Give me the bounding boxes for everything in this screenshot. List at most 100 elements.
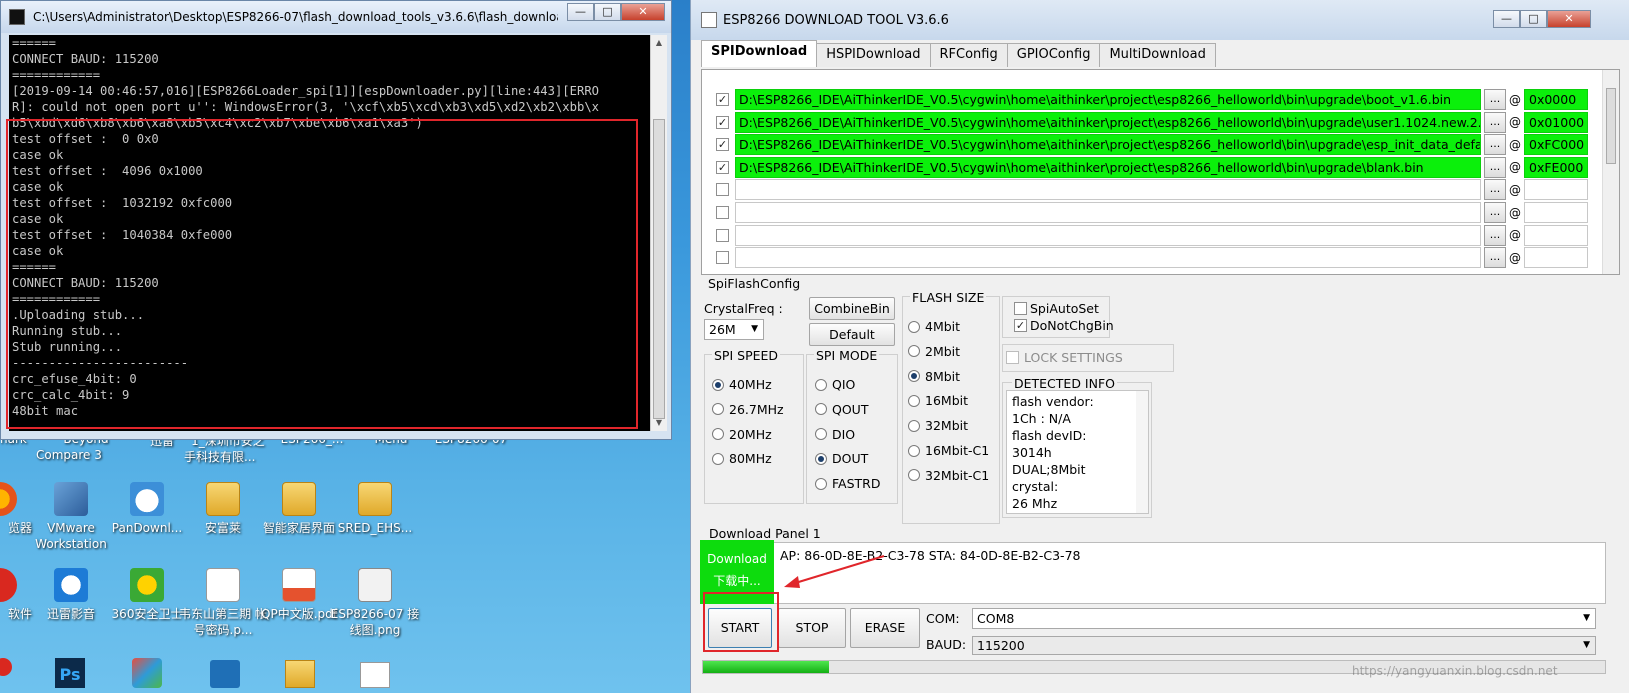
spi-speeds-radio[interactable]: 26.7MHz: [712, 402, 784, 417]
browse-button[interactable]: ...: [1484, 179, 1506, 201]
scroll-down-icon[interactable]: ▼: [651, 415, 667, 431]
desktop-icon-sred[interactable]: SRED_EHS...: [330, 482, 420, 536]
photoshop-icon[interactable]: Ps: [55, 658, 85, 688]
flash-address-input[interactable]: [1524, 179, 1588, 201]
console-scrollbar[interactable]: ▲ ▼: [650, 35, 667, 431]
spi-auto-set-checkbox[interactable]: SpiAutoSet: [1014, 301, 1099, 316]
checkmark-icon[interactable]: ✓: [716, 138, 729, 152]
baud-rate-select[interactable]: 115200 ▼: [972, 636, 1596, 655]
console-output[interactable]: ====== CONNECT BAUD: 115200 ============ [2…: [9, 35, 651, 431]
lock-settings-checkbox[interactable]: LOCK SETTINGS: [1006, 350, 1123, 365]
flash-sizes-radio[interactable]: 8Mbit: [908, 369, 960, 384]
scroll-up-icon[interactable]: ▲: [651, 35, 667, 51]
app-icon[interactable]: [210, 660, 240, 688]
erase-button[interactable]: ERASE: [850, 608, 920, 648]
tab-rfconfig[interactable]: RFConfig: [929, 43, 1008, 67]
flash-address-input[interactable]: [1524, 247, 1588, 269]
tool-titlebar[interactable]: ESP8266 DOWNLOAD TOOL V3.6.6 — □ ✕: [691, 0, 1629, 40]
file-path-input[interactable]: D:\ESP8266_IDE\AiThinkerIDE_V0.5\cygwin\…: [735, 111, 1481, 133]
tab-gpioconfig[interactable]: GPIOConfig: [1006, 43, 1101, 67]
checkbox-icon[interactable]: [716, 183, 729, 197]
browse-button[interactable]: ...: [1484, 224, 1506, 246]
crystal-freq-select[interactable]: 26M ▼: [704, 319, 764, 340]
browse-button[interactable]: ...: [1484, 202, 1506, 223]
scrollbar-thumb[interactable]: [653, 119, 665, 419]
spi-speeds-radio[interactable]: 40MHz: [712, 377, 772, 392]
radio-label: DOUT: [832, 451, 869, 467]
do-not-chg-bin-checkbox[interactable]: ✓ DoNotChgBin: [1014, 318, 1114, 333]
text-doc-icon[interactable]: [360, 662, 390, 688]
spi-speeds-radio[interactable]: 20MHz: [712, 427, 772, 442]
browse-button[interactable]: ...: [1484, 111, 1506, 133]
spi-modes-radio[interactable]: QOUT: [815, 402, 868, 417]
tab-spidownload[interactable]: SPIDownload: [701, 40, 818, 67]
console-line: test offset : 4096 0x1000: [12, 164, 203, 178]
browse-button[interactable]: ...: [1484, 134, 1506, 156]
radio-icon: [712, 403, 724, 416]
app-icon[interactable]: [132, 658, 162, 688]
file-list-panel: ✓ D:\ESP8266_IDE\AiThinkerIDE_V0.5\cygwin…: [701, 69, 1620, 275]
spi-modes-radio[interactable]: FASTRD: [815, 476, 880, 491]
file-path-input[interactable]: [735, 202, 1481, 223]
checkmark-icon[interactable]: ✓: [716, 93, 729, 106]
flash-sizes-radio[interactable]: 32Mbit-C1: [908, 468, 989, 483]
checkbox-icon[interactable]: [716, 228, 729, 242]
spi-speeds-radio[interactable]: 80MHz: [712, 451, 772, 466]
console-line: case ok: [12, 212, 64, 226]
browse-button[interactable]: ...: [1484, 156, 1506, 178]
default-button[interactable]: Default: [809, 323, 895, 346]
flash-address-input[interactable]: 0x01000: [1524, 111, 1588, 133]
flash-address-input[interactable]: 0x0000: [1524, 89, 1588, 110]
detected-info-text[interactable]: flash vendor: 1Ch : N/A flash devID: 3014h D…: [1006, 390, 1149, 514]
flash-address-input[interactable]: 0xFC000: [1524, 134, 1588, 156]
radio-label: 8Mbit: [925, 368, 961, 384]
folder-icon[interactable]: [285, 660, 315, 688]
checkmark-icon[interactable]: ✓: [716, 115, 729, 129]
file-path-input[interactable]: [735, 247, 1481, 269]
checkbox-icon[interactable]: [716, 206, 729, 219]
checkbox-icon[interactable]: [716, 251, 729, 265]
minimize-button[interactable]: —: [1493, 10, 1520, 28]
flash-sizes-radio[interactable]: 2Mbit: [908, 344, 960, 359]
file-path-input[interactable]: D:\ESP8266_IDE\AiThinkerIDE_V0.5\cygwin\…: [735, 134, 1481, 156]
file-path-input[interactable]: [735, 179, 1481, 201]
checkmark-icon[interactable]: ✓: [716, 160, 729, 174]
file-list-scrollbar[interactable]: [1602, 70, 1619, 274]
file-path-input[interactable]: [735, 224, 1481, 246]
flash-sizes-radio[interactable]: 16Mbit-C1: [908, 443, 989, 458]
tab-hspidownload[interactable]: HSPIDownload: [816, 43, 931, 67]
close-button[interactable]: ✕: [1547, 10, 1591, 28]
spi-modes-radio[interactable]: QIO: [815, 377, 855, 392]
file-row: ✓ D:\ESP8266_IDE\AiThinkerIDE_V0.5\cygwin…: [716, 156, 1588, 178]
minimize-button[interactable]: —: [567, 3, 594, 21]
flash-address-input[interactable]: [1524, 202, 1588, 223]
scrollbar-thumb[interactable]: [1606, 88, 1616, 164]
console-window[interactable]: C:\Users\Administrator\Desktop\ESP8266-0…: [0, 0, 672, 440]
file-row: ... @: [716, 179, 1588, 201]
flash-address-input[interactable]: [1524, 224, 1588, 246]
flash-sizes-radio[interactable]: 16Mbit: [908, 393, 968, 408]
file-path-input[interactable]: D:\ESP8266_IDE\AiThinkerIDE_V0.5\cygwin\…: [735, 156, 1481, 178]
combine-bin-button[interactable]: CombineBin: [809, 297, 895, 320]
browse-button[interactable]: ...: [1484, 247, 1506, 269]
flash-sizes-radio[interactable]: 32Mbit: [908, 418, 968, 433]
spi-modes-radio[interactable]: DOUT: [815, 451, 868, 466]
flash-sizes-radio[interactable]: 4Mbit: [908, 319, 960, 334]
flash-address-input[interactable]: 0xFE000: [1524, 156, 1588, 178]
file-path-input[interactable]: D:\ESP8266_IDE\AiThinkerIDE_V0.5\cygwin\…: [735, 89, 1481, 110]
console-line: test offset : 1032192 0xfc000: [12, 196, 233, 210]
stop-button[interactable]: STOP: [778, 608, 846, 648]
maximize-button[interactable]: □: [594, 3, 621, 21]
tab-multidownload[interactable]: MultiDownload: [1099, 43, 1216, 67]
spi-modes-radio[interactable]: DIO: [815, 427, 855, 442]
detected-info-scrollbar[interactable]: [1136, 391, 1148, 513]
com-port-select[interactable]: COM8 ▼: [972, 608, 1596, 629]
close-button[interactable]: ✕: [621, 3, 665, 21]
maximize-button[interactable]: □: [1520, 10, 1547, 28]
browse-button[interactable]: ...: [1484, 89, 1506, 110]
start-button[interactable]: START: [708, 608, 772, 648]
folder-icon: [358, 482, 392, 516]
console-line: [2019-09-14 00:46:57,016][ESP8266Loader_…: [12, 84, 599, 98]
desktop-icon-wiring-png[interactable]: ESP8266-07 接线图.png: [330, 568, 420, 638]
radio-icon: [712, 428, 724, 441]
